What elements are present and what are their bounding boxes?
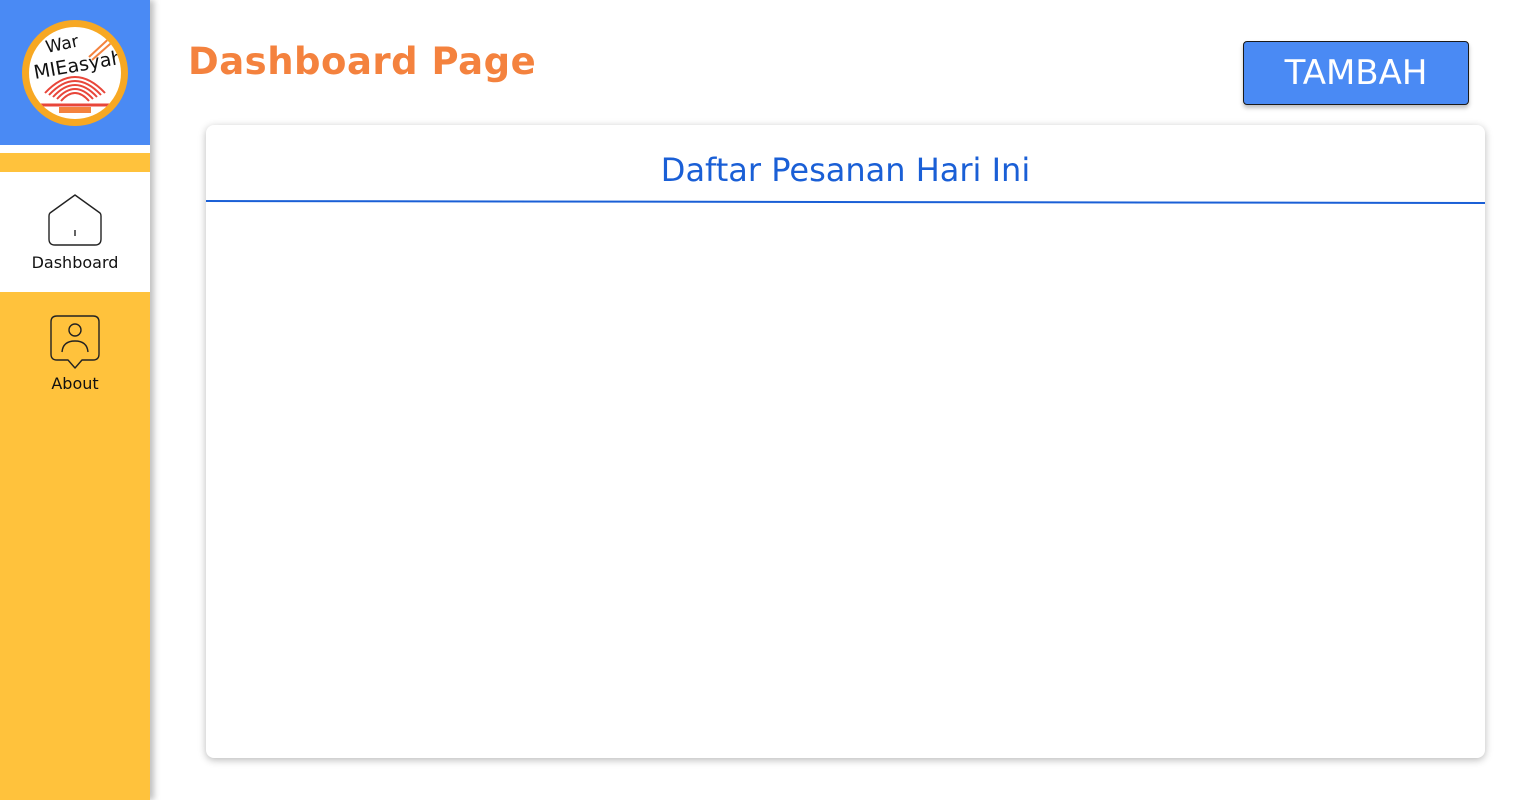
noodle-bowl-logo-icon: War MIEasyah (32, 31, 121, 113)
card-title-divider (206, 200, 1485, 204)
user-profile-icon (50, 315, 100, 369)
logo-inner: War MIEasyah (29, 26, 121, 119)
sidebar-item-label: About (51, 374, 99, 393)
logo-area: War MIEasyah (0, 0, 150, 145)
sidebar-item-label: Dashboard (31, 253, 119, 272)
home-icon (48, 194, 102, 246)
add-button[interactable]: TAMBAH (1243, 41, 1469, 105)
brand-logo: War MIEasyah (22, 19, 128, 126)
svg-text:MIEasyah: MIEasyah (32, 46, 121, 83)
orders-card: Daftar Pesanan Hari Ini (206, 125, 1485, 758)
logo-divider (0, 145, 150, 153)
page-title: Dashboard Page (188, 40, 537, 83)
sidebar-item-about[interactable]: About (0, 314, 150, 404)
sidebar-item-dashboard[interactable]: Dashboard (0, 172, 150, 292)
sidebar: War MIEasyah Dashboard About (0, 0, 150, 800)
